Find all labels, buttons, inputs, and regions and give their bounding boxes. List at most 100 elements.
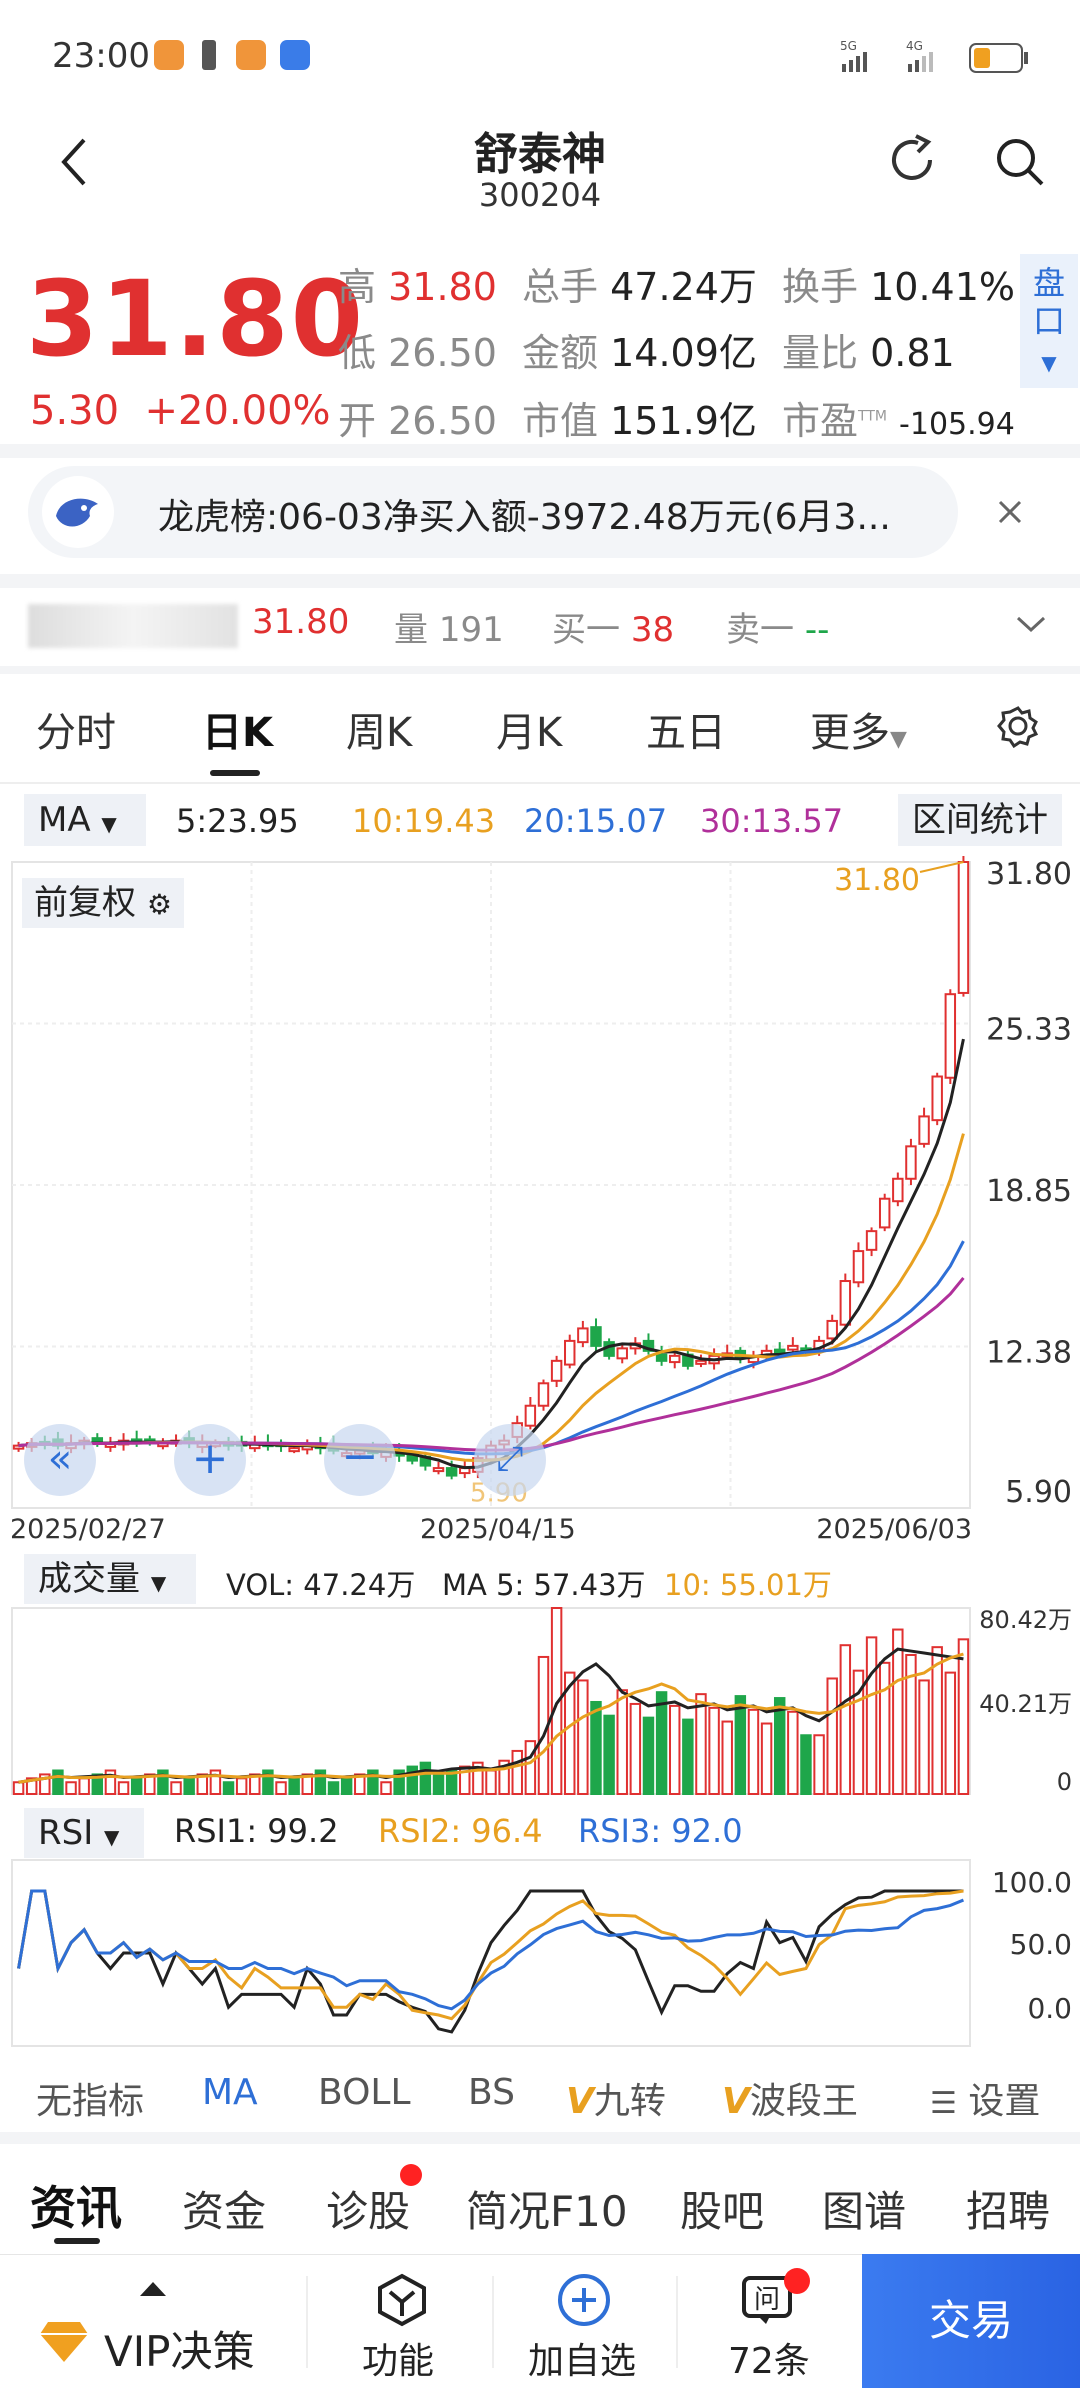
status-time: 23:00 xyxy=(52,36,150,76)
rsi-tick-label: 0.0 xyxy=(1027,1992,1072,2025)
refresh-icon[interactable] xyxy=(882,130,942,190)
date-label-mid: 2025/04/15 xyxy=(420,1514,576,1545)
volume-bar xyxy=(734,1695,747,1795)
indicator-none[interactable]: 无指标 xyxy=(36,2072,144,2124)
rsi2-value: RSI2: 96.4 xyxy=(378,1812,543,1850)
volume-bar xyxy=(419,1761,432,1796)
change-value: 5.30 xyxy=(30,388,120,434)
search-icon[interactable] xyxy=(990,132,1050,192)
volume-bar xyxy=(130,1777,143,1795)
function-button[interactable]: 功能 xyxy=(362,2332,434,2384)
add-watchlist-icon[interactable] xyxy=(556,2272,612,2328)
tab-recruit[interactable]: 招聘 xyxy=(966,2178,1050,2239)
indicator-boll[interactable]: BOLL xyxy=(318,2072,411,2113)
news-banner[interactable]: 龙虎榜:06-03净买入额-3972.48万元(6月3... xyxy=(28,466,958,558)
tab-f10[interactable]: 简况F10 xyxy=(466,2178,628,2239)
tab-forum[interactable]: 股吧 xyxy=(680,2178,764,2239)
dragon-tiger-icon xyxy=(42,476,114,548)
add-watchlist-button[interactable]: 加自选 xyxy=(528,2332,636,2384)
change-pct: +20.00% xyxy=(144,388,331,434)
volume-bar xyxy=(603,1714,615,1795)
tab-weekly-k[interactable]: 周K xyxy=(346,700,412,758)
questions-button[interactable]: 72条 xyxy=(728,2332,810,2384)
volume-bar xyxy=(12,1781,25,1795)
volume-bar xyxy=(485,1769,497,1796)
range-stats-button[interactable]: 区间统计 xyxy=(898,794,1062,846)
volume-bar xyxy=(655,1691,668,1795)
divider xyxy=(306,2276,308,2368)
divider xyxy=(0,782,1080,784)
rsi-chart[interactable]: 100.0 50.0 0.0 xyxy=(0,1856,1080,2052)
rsi1-value: RSI1: 99.2 xyxy=(174,1812,339,1850)
tab-more[interactable]: 更多▼ xyxy=(810,700,907,758)
indicator-ma[interactable]: MA xyxy=(202,2072,258,2113)
rsi-selector[interactable]: RSI ▼ xyxy=(24,1808,144,1858)
tab-timeshare[interactable]: 分时 xyxy=(36,700,116,758)
tab-graph[interactable]: 图谱 xyxy=(822,2178,906,2239)
ma-selector[interactable]: MA ▼ xyxy=(24,794,146,846)
volume-bar xyxy=(222,1781,235,1795)
volume-bar xyxy=(340,1777,353,1795)
volume-bar xyxy=(117,1781,130,1795)
tab-monthly-k[interactable]: 月K xyxy=(496,700,562,758)
tab-funds[interactable]: 资金 xyxy=(182,2178,266,2239)
bottom-tab-indicator xyxy=(54,2238,100,2244)
volume-bar xyxy=(721,1720,733,1795)
svg-text:5G: 5G xyxy=(840,39,857,53)
tab-diagnosis[interactable]: 诊股 xyxy=(326,2178,410,2239)
scroll-left-button[interactable]: « xyxy=(24,1424,96,1496)
volume-bar xyxy=(839,1644,852,1796)
volume-ma10: 10: 55.01万 xyxy=(664,1568,832,1602)
divider xyxy=(492,2276,494,2368)
volume-bar xyxy=(590,1700,602,1795)
volume-bar xyxy=(760,1722,773,1795)
candle xyxy=(288,1447,300,1453)
indicator-bs[interactable]: BS xyxy=(468,2072,515,2113)
ratio-cell: 量比 0.81 xyxy=(782,331,955,375)
date-label-start: 2025/02/27 xyxy=(10,1514,166,1545)
y-tick-label: 25.33 xyxy=(986,1013,1072,1048)
tab-indicator xyxy=(210,770,260,776)
rsi2-line xyxy=(17,1889,964,2021)
candle xyxy=(826,1319,838,1340)
volume-bar xyxy=(235,1777,248,1795)
pankou-button[interactable]: 盘口 ▼ xyxy=(1020,254,1078,388)
indicator-settings[interactable]: ☰ 设置 xyxy=(930,2072,1040,2124)
candle xyxy=(564,1339,576,1366)
chevron-down-icon[interactable] xyxy=(1014,612,1048,636)
ma5-value: 5:23.95 xyxy=(176,802,299,840)
indicator-jiuzhuan[interactable]: V九转 xyxy=(566,2072,666,2124)
high-cell: 高 31.80 xyxy=(338,265,497,309)
trade-button[interactable]: 交易 xyxy=(862,2254,1080,2388)
pe-cell: 市盈TTM -105.94 xyxy=(782,399,1015,443)
volume-chart[interactable]: 80.42万 40.21万 0 xyxy=(0,1604,1080,1804)
adjust-selector[interactable]: 前复权 ⚙ xyxy=(22,878,184,928)
function-icon[interactable] xyxy=(374,2272,430,2328)
zoom-in-button[interactable]: + xyxy=(174,1424,246,1496)
fullscreen-button[interactable]: ⤢ xyxy=(474,1424,546,1496)
vip-decision-button[interactable]: VIP决策 xyxy=(104,2318,254,2379)
volume-bar xyxy=(52,1769,64,1796)
volume-bar xyxy=(682,1718,694,1795)
chevron-up-icon[interactable] xyxy=(138,2278,168,2298)
zoom-out-button[interactable]: − xyxy=(324,1424,396,1496)
settings-icon[interactable] xyxy=(996,704,1040,748)
y-tick-label: 12.38 xyxy=(986,1336,1072,1371)
volume-selector[interactable]: 成交量 ▼ xyxy=(24,1554,196,1604)
amount-cell: 金额 14.09亿 xyxy=(522,331,757,375)
divider xyxy=(676,2276,678,2368)
y-tick-label: 5.90 xyxy=(1005,1475,1072,1510)
notification-dot xyxy=(784,2268,810,2294)
low-cell: 低 26.50 xyxy=(338,331,497,375)
candle xyxy=(590,1326,602,1347)
tab-news[interactable]: 资讯 xyxy=(30,2172,122,2238)
svg-text:问: 问 xyxy=(754,2285,780,2315)
indicator-boduanwang[interactable]: V波段王 xyxy=(722,2072,858,2124)
tab-five-day[interactable]: 五日 xyxy=(646,700,726,758)
volume-bar xyxy=(944,1671,957,1795)
candle xyxy=(931,1075,943,1122)
vip-diamond-icon xyxy=(40,2322,88,2362)
close-icon[interactable] xyxy=(994,496,1026,528)
tab-daily-k[interactable]: 日K xyxy=(202,700,273,758)
y-tick-label: 31.80 xyxy=(986,857,1072,892)
